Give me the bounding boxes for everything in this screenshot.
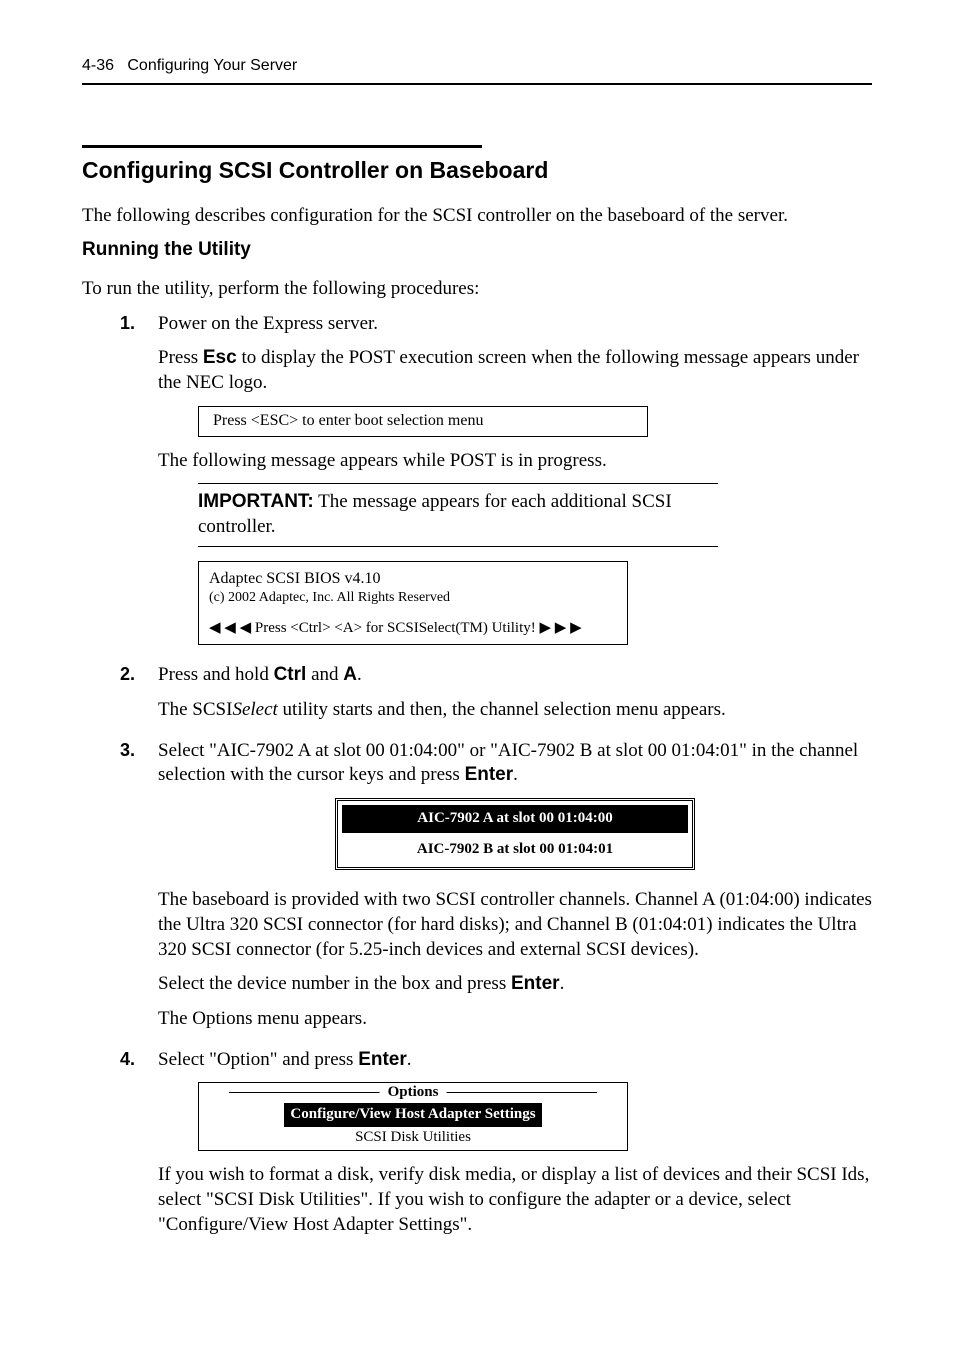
chapter-title: Configuring Your Server bbox=[127, 57, 297, 74]
step3-para2: The baseboard is provided with two SCSI … bbox=[158, 888, 872, 962]
bios-line3: ◀ ◀ ◀ Press <Ctrl> <A> for SCSISelect(TM… bbox=[209, 618, 617, 638]
step3-line1: Select "AIC-7902 A at slot 00 01:04:00" … bbox=[158, 739, 872, 788]
step1-line2: Press Esc to display the POST execution … bbox=[158, 346, 872, 395]
key-enter: Enter bbox=[465, 764, 514, 785]
step-number: 4. bbox=[120, 1048, 158, 1071]
step-number: 3. bbox=[120, 739, 158, 762]
step-3: 3. Select "AIC-7902 A at slot 00 01:04:0… bbox=[82, 739, 872, 1042]
page: 4-36 Configuring Your Server Configuring… bbox=[0, 0, 954, 1348]
key-ctrl: Ctrl bbox=[274, 664, 307, 685]
channel-a-selected[interactable]: AIC-7902 A at slot 00 01:04:00 bbox=[342, 805, 688, 833]
important-note: IMPORTANT: The message appears for each … bbox=[198, 483, 718, 546]
step1-line1: Power on the Express server. bbox=[158, 312, 872, 337]
key-enter: Enter bbox=[358, 1049, 407, 1070]
step-1: 1. Power on the Express server. Press Es… bbox=[82, 312, 872, 658]
step-body: Select "Option" and press Enter. Options… bbox=[158, 1048, 872, 1248]
options-title-row: Options bbox=[199, 1083, 627, 1101]
page-number: 4-36 bbox=[82, 57, 114, 74]
boot-message-text: Press <ESC> to enter boot selection menu bbox=[213, 412, 483, 429]
subsection-intro: To run the utility, perform the followin… bbox=[82, 277, 872, 302]
running-header: 4-36 Configuring Your Server bbox=[82, 56, 872, 85]
key-enter: Enter bbox=[511, 973, 560, 994]
step4-line1: Select "Option" and press Enter. bbox=[158, 1048, 872, 1073]
step-number: 1. bbox=[120, 312, 158, 335]
step3-para4: The Options menu appears. bbox=[158, 1007, 872, 1032]
step-body: Select "AIC-7902 A at slot 00 01:04:00" … bbox=[158, 739, 872, 1042]
step2-line2: The SCSISelect utility starts and then, … bbox=[158, 698, 872, 723]
options-title: Options bbox=[380, 1083, 447, 1103]
section-rule bbox=[82, 145, 482, 148]
bios-line2: (c) 2002 Adaptec, Inc. All Rights Reserv… bbox=[209, 589, 617, 608]
step-body: Press and hold Ctrl and A. The SCSISelec… bbox=[158, 663, 872, 732]
step-body: Power on the Express server. Press Esc t… bbox=[158, 312, 872, 658]
important-label: IMPORTANT: bbox=[198, 491, 314, 512]
italic-select: Select bbox=[232, 699, 277, 720]
key-esc: Esc bbox=[203, 347, 237, 368]
bios-message-box: Adaptec SCSI BIOS v4.10 (c) 2002 Adaptec… bbox=[198, 561, 628, 646]
step2-line1: Press and hold Ctrl and A. bbox=[158, 663, 872, 688]
options-menu: Options Configure/View Host Adapter Sett… bbox=[198, 1082, 628, 1151]
step-2: 2. Press and hold Ctrl and A. The SCSISe… bbox=[82, 663, 872, 732]
channel-selection-menu: AIC-7902 A at slot 00 01:04:00 AIC-7902 … bbox=[335, 798, 695, 870]
step-4: 4. Select "Option" and press Enter. Opti… bbox=[82, 1048, 872, 1248]
section-intro: The following describes configuration fo… bbox=[82, 204, 872, 229]
bios-line1: Adaptec SCSI BIOS v4.10 bbox=[209, 568, 617, 590]
step3-para3: Select the device number in the box and … bbox=[158, 972, 872, 997]
subsection-heading: Running the Utility bbox=[82, 238, 872, 263]
options-item-selected[interactable]: Configure/View Host Adapter Settings bbox=[284, 1103, 541, 1127]
step4-para2: If you wish to format a disk, verify dis… bbox=[158, 1163, 872, 1237]
section-heading: Configuring SCSI Controller on Baseboard bbox=[82, 156, 872, 186]
options-item[interactable]: SCSI Disk Utilities bbox=[199, 1127, 627, 1151]
boot-message-box: Press <ESC> to enter boot selection menu bbox=[198, 406, 648, 437]
channel-b[interactable]: AIC-7902 B at slot 00 01:04:01 bbox=[342, 837, 688, 864]
step-number: 2. bbox=[120, 663, 158, 686]
step1-line3: The following message appears while POST… bbox=[158, 449, 872, 474]
key-a: A bbox=[343, 664, 357, 685]
